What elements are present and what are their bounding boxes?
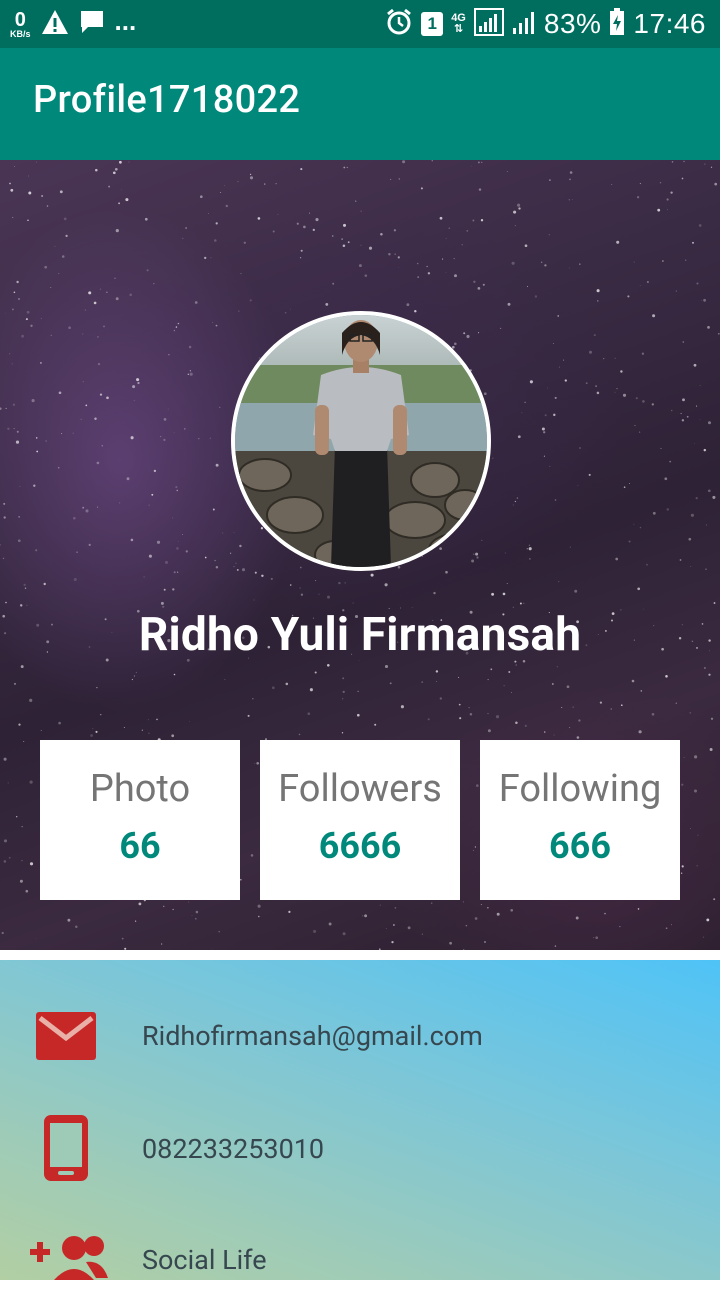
network-type: 4G ⇅ xyxy=(451,13,466,35)
alarm-icon xyxy=(385,8,413,41)
contact-row-social[interactable]: Social Life xyxy=(0,1230,720,1310)
section-divider xyxy=(0,950,720,960)
stat-value: 6666 xyxy=(318,825,402,867)
stat-value: 66 xyxy=(119,825,161,867)
contact-social: Social Life xyxy=(142,1244,267,1276)
app-bar-title: Profile1718022 xyxy=(33,78,301,122)
stat-value: 666 xyxy=(549,825,611,867)
signal-icon-2 xyxy=(512,8,536,41)
contact-row-email[interactable]: Ridhofirmansah@gmail.com xyxy=(0,1010,720,1090)
network-speed-value: 0 xyxy=(14,8,26,31)
message-icon xyxy=(79,9,105,40)
profile-header: Ridho Yuli Firmansah Photo 66 Followers … xyxy=(0,160,720,950)
avatar-photo xyxy=(235,315,487,567)
stat-label: Followers xyxy=(278,767,442,811)
network-speed-unit: KB/s xyxy=(10,28,31,39)
stat-label: Following xyxy=(498,767,662,811)
app-bar: Profile1718022 xyxy=(0,48,720,160)
sim-slot-badge: 1 xyxy=(421,12,444,36)
add-group-icon xyxy=(30,1230,108,1302)
battery-icon xyxy=(609,7,625,41)
contact-phone: 082233253010 xyxy=(142,1133,325,1165)
signal-icon xyxy=(473,7,504,41)
more-notifications: ... xyxy=(114,5,137,36)
battery-percent: 83% xyxy=(543,8,602,39)
phone-icon xyxy=(30,1115,102,1187)
stat-photo[interactable]: Photo 66 xyxy=(40,740,240,900)
clock: 17:46 xyxy=(633,8,706,39)
contact-row-phone[interactable]: 082233253010 xyxy=(0,1115,720,1195)
avatar[interactable] xyxy=(231,311,491,571)
network-speed: 0 KB/s xyxy=(10,10,31,39)
profile-name: Ridho Yuli Firmansah xyxy=(138,608,582,662)
warning-icon xyxy=(41,9,69,40)
stat-followers[interactable]: Followers 6666 xyxy=(260,740,460,900)
status-bar: 0 KB/s ... 1 4G ⇅ 83% 17:46 xyxy=(0,0,720,48)
stat-following[interactable]: Following 666 xyxy=(480,740,680,900)
contact-section: Ridhofirmansah@gmail.com 082233253010 So… xyxy=(0,960,720,1280)
email-icon xyxy=(30,1010,102,1082)
data-arrows-icon: ⇅ xyxy=(453,23,464,35)
contact-email: Ridhofirmansah@gmail.com xyxy=(142,1020,483,1052)
stat-label: Photo xyxy=(89,767,191,811)
